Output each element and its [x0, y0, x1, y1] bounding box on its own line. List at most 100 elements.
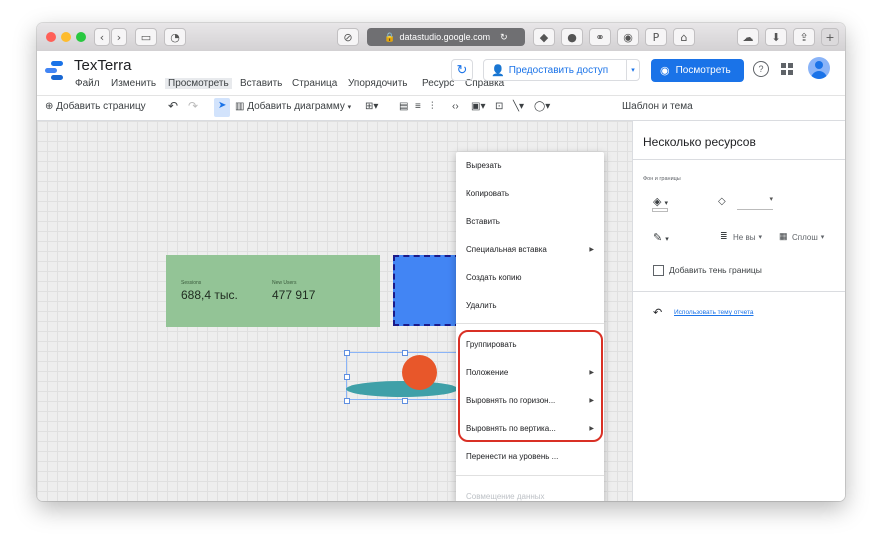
- chevron-down-icon: ▾: [347, 104, 352, 111]
- scorecard-group[interactable]: Sessions 688,4 тыс. New Users 477 917: [166, 255, 380, 327]
- resize-handle[interactable]: [402, 398, 408, 404]
- privacy-icon[interactable]: ◔: [164, 28, 186, 46]
- share-dropdown-icon[interactable]: ▾: [626, 59, 640, 81]
- sidebar-icon[interactable]: ▭: [135, 28, 157, 46]
- apps-grid-icon[interactable]: [781, 63, 793, 75]
- close-window-button[interactable]: [46, 32, 56, 42]
- share-icon[interactable]: ⇪: [793, 28, 815, 46]
- pinterest-icon[interactable]: P: [645, 28, 667, 46]
- image-icon[interactable]: ▣▾: [471, 101, 485, 112]
- scorecard-label: Sessions: [181, 280, 202, 286]
- line-icon[interactable]: ╲▾: [513, 101, 524, 112]
- download-icon[interactable]: ⬇: [765, 28, 787, 46]
- add-page-label: Добавить страницу: [56, 101, 146, 112]
- avatar[interactable]: [808, 57, 830, 79]
- zoom-window-button[interactable]: [76, 32, 86, 42]
- undo-icon[interactable]: ↶: [168, 99, 178, 113]
- shape-icon[interactable]: ◯▾: [534, 101, 550, 112]
- menu-item-paste-special[interactable]: Специальная вставка: [466, 245, 547, 254]
- translate-icon[interactable]: ◉: [617, 28, 639, 46]
- context-menu: Вырезать Копировать Вставить Специальная…: [456, 152, 604, 501]
- resize-handle[interactable]: [344, 398, 350, 404]
- menu-item-duplicate[interactable]: Создать копию: [466, 273, 521, 282]
- select-tool-icon[interactable]: ➤: [214, 98, 230, 117]
- border-style-icon: ▦: [779, 231, 788, 241]
- back-icon[interactable]: ‹: [94, 28, 110, 46]
- view-button-label: Посмотреть: [675, 65, 731, 76]
- teal-ellipse-shape[interactable]: [346, 381, 458, 397]
- date-range-icon[interactable]: ▤: [399, 101, 408, 112]
- share-button-label: Предоставить доступ: [508, 64, 609, 76]
- filter-control-icon[interactable]: ≡: [415, 101, 421, 112]
- reload-icon[interactable]: ↻: [500, 32, 508, 43]
- browser-toolbar: ‹ › ▭ ◔ ⊘ 🔒 datastudio.google.com ↻ ◆ ● …: [37, 23, 845, 52]
- menu-item-move-to-layer[interactable]: Перенести на уровень ...: [466, 452, 558, 461]
- redo-icon[interactable]: ↷: [188, 99, 198, 113]
- use-report-theme-link[interactable]: Использовать тему отчета: [674, 309, 754, 316]
- border-weight-icon: ≣: [720, 231, 728, 241]
- theme-layout-button[interactable]: Шаблон и тема: [622, 101, 693, 112]
- menu-arrange[interactable]: Упорядочить: [348, 78, 408, 89]
- fill-color-icon[interactable]: ◈ ▾: [653, 195, 668, 208]
- scorecard-value: 688,4 тыс.: [181, 288, 238, 302]
- menu-file[interactable]: Файл: [75, 78, 100, 89]
- app-header: TexTerra Файл Изменить Просмотреть Встав…: [37, 51, 845, 96]
- share-button[interactable]: 👤 Предоставить доступ: [483, 59, 635, 81]
- add-control-icon[interactable]: ⊞▾: [365, 101, 378, 112]
- section-label: Фон и границы: [643, 176, 681, 182]
- opacity-dropdown[interactable]: ▾: [737, 195, 773, 210]
- resize-handle[interactable]: [344, 350, 350, 356]
- compass-icon[interactable]: ⊘: [337, 28, 359, 46]
- pocket-icon[interactable]: ◆: [533, 28, 555, 46]
- add-chart-button[interactable]: ▥ Добавить диаграмму ▾: [235, 101, 351, 112]
- view-button[interactable]: ◉ Посмотреть: [651, 59, 744, 82]
- chevron-down-icon: ▾: [820, 234, 825, 241]
- help-icon[interactable]: ?: [753, 61, 769, 77]
- add-circle-icon: ⊕: [45, 101, 54, 112]
- resize-handle[interactable]: [402, 350, 408, 356]
- menu-insert[interactable]: Вставить: [240, 78, 282, 89]
- add-person-icon: 👤: [491, 64, 505, 77]
- address-text: datastudio.google.com: [399, 32, 491, 42]
- forward-icon[interactable]: ›: [111, 28, 127, 46]
- resize-handle[interactable]: [344, 374, 350, 380]
- border-style-dropdown[interactable]: Сплош ▾: [792, 233, 824, 242]
- shadow-checkbox[interactable]: [653, 265, 664, 276]
- menu-item-copy[interactable]: Копировать: [466, 189, 509, 198]
- menu-item-cut[interactable]: Вырезать: [466, 161, 502, 170]
- data-control-icon[interactable]: ⫶: [431, 101, 434, 112]
- scorecard-value: 477 917: [272, 288, 316, 302]
- divider: [633, 159, 845, 160]
- menu-item-paste[interactable]: Вставить: [466, 217, 500, 226]
- highlight-annotation: [458, 330, 603, 442]
- add-page-button[interactable]: ⊕ Добавить страницу: [45, 101, 146, 112]
- menu-separator: [456, 475, 604, 476]
- text-icon[interactable]: ⊡: [495, 101, 503, 112]
- menu-resource[interactable]: Ресурс: [422, 78, 454, 89]
- cloud-icon[interactable]: ☁: [737, 28, 759, 46]
- panel-title: Несколько ресурсов: [643, 135, 756, 149]
- minimize-window-button[interactable]: [61, 32, 71, 42]
- submenu-arrow-icon: ▶: [589, 247, 594, 253]
- link-icon[interactable]: ⚭: [589, 28, 611, 46]
- border-style-value: Сплош: [792, 233, 818, 242]
- menu-page[interactable]: Страница: [292, 78, 337, 89]
- border-color-icon[interactable]: ✎ ▾: [653, 231, 669, 244]
- orange-circle-shape[interactable]: [402, 355, 437, 390]
- border-weight-value: Не вы: [733, 233, 756, 242]
- opacity-icon[interactable]: ◇: [718, 196, 726, 207]
- code-icon[interactable]: ‹›: [452, 101, 459, 112]
- refresh-data-icon[interactable]: ↻: [451, 59, 473, 81]
- menu-edit[interactable]: Изменить: [111, 78, 156, 89]
- divider: [633, 291, 845, 292]
- trash-icon[interactable]: ⌂: [673, 28, 695, 46]
- fill-color-swatch: [652, 208, 668, 212]
- blue-rectangle-shape[interactable]: [393, 255, 461, 326]
- address-bar[interactable]: 🔒 datastudio.google.com ↻: [367, 28, 525, 46]
- menu-view[interactable]: Просмотреть: [165, 78, 232, 89]
- new-tab-icon[interactable]: +: [821, 28, 839, 46]
- border-weight-dropdown[interactable]: Не вы ▾: [733, 233, 762, 242]
- extension-icon[interactable]: ●: [561, 28, 583, 46]
- report-title[interactable]: TexTerra: [74, 57, 132, 74]
- menu-item-delete[interactable]: Удалить: [466, 301, 497, 310]
